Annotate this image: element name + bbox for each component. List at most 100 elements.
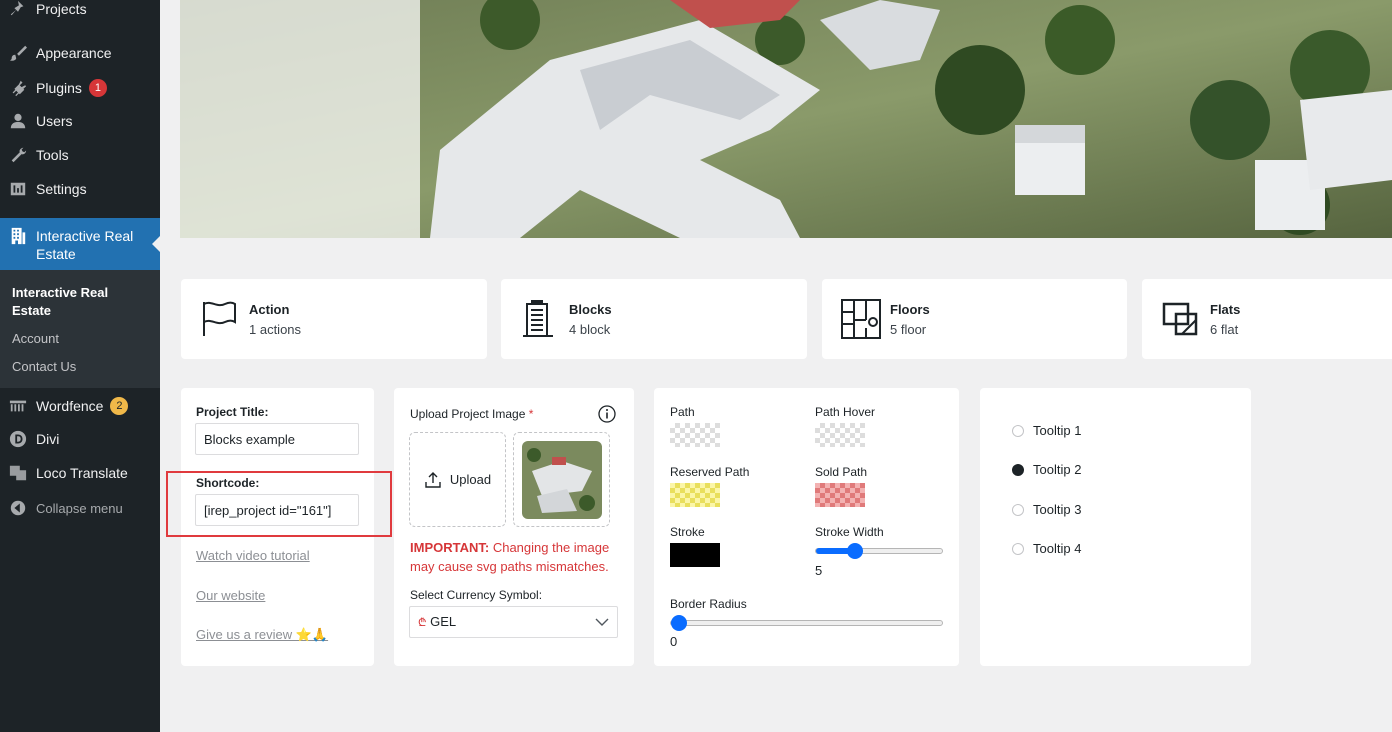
wrench-icon xyxy=(0,146,36,164)
path-hover-label: Path Hover xyxy=(815,405,876,419)
tooltip-option-3[interactable]: Tooltip 3 xyxy=(1012,502,1081,517)
upload-button-label: Upload xyxy=(449,472,492,487)
info-icon[interactable] xyxy=(598,405,616,423)
chevron-down-icon xyxy=(595,618,609,626)
project-image xyxy=(180,0,1392,238)
tooltip-option-4[interactable]: Tooltip 4 xyxy=(1012,541,1081,556)
project-image-thumbnail xyxy=(522,441,602,519)
plug-icon xyxy=(0,79,36,97)
collapse-menu-button[interactable]: Collapse menu xyxy=(0,499,160,517)
collapse-icon xyxy=(0,499,36,517)
sidebar-item-loco-translate[interactable]: Loco Translate xyxy=(0,464,160,482)
radio-button[interactable] xyxy=(1012,542,1024,555)
stat-value: 5 floor xyxy=(890,322,927,337)
currency-select[interactable]: ₾ GEL xyxy=(409,606,618,638)
border-radius-label: Border Radius xyxy=(670,597,747,611)
stat-title: Action xyxy=(249,302,290,317)
sidebar-item-wordfence[interactable]: Wordfence 2 xyxy=(0,396,160,416)
sliders-icon xyxy=(0,180,36,198)
flat-icon xyxy=(1162,302,1198,336)
watch-video-tutorial-link[interactable]: Watch video tutorial xyxy=(196,548,310,563)
path-label: Path xyxy=(670,405,695,419)
sidebar-item-interactive-real-estate[interactable]: Interactive Real Estate xyxy=(0,218,161,270)
stroke-width-slider[interactable] xyxy=(815,543,943,559)
flag-icon xyxy=(203,301,236,336)
reserved-path-color-swatch[interactable] xyxy=(670,483,720,507)
sold-path-color-swatch[interactable] xyxy=(815,483,865,507)
required-mark: * xyxy=(528,407,534,421)
border-radius-value: 0 xyxy=(670,634,678,649)
radio-button[interactable] xyxy=(1012,463,1024,476)
project-title-input[interactable]: Blocks example xyxy=(195,423,359,455)
stat-title: Flats xyxy=(1210,302,1241,317)
stroke-width-slider-thumb[interactable] xyxy=(847,543,864,559)
path-color-swatch[interactable] xyxy=(670,423,720,447)
project-title-label: Project Title: xyxy=(196,405,269,419)
sidebar-item-tools[interactable]: Tools xyxy=(0,146,160,164)
border-radius-slider[interactable] xyxy=(670,615,943,631)
sidebar-item-settings[interactable]: Settings xyxy=(0,180,160,198)
important-prefix: IMPORTANT: xyxy=(410,540,490,555)
sidebar-item-users[interactable]: Users xyxy=(0,112,160,130)
important-notice: IMPORTANT: Changing the image may cause … xyxy=(410,538,625,576)
submenu-item-interactive-real-estate[interactable]: Interactive Real Estate xyxy=(12,284,142,320)
currency-label: Select Currency Symbol: xyxy=(410,588,543,602)
sidebar-item-label: Plugins xyxy=(36,80,82,96)
tooltip-option-label: Tooltip 1 xyxy=(1033,423,1082,438)
submenu-item-contact-us[interactable]: Contact Us xyxy=(12,359,76,374)
stat-title: Blocks xyxy=(569,302,612,317)
currency-selected: ₾ GEL xyxy=(418,614,456,630)
plugins-update-badge: 1 xyxy=(88,79,107,97)
sidebar-item-label: Divi xyxy=(36,431,60,447)
important-line2: may cause svg paths mismatches. xyxy=(410,559,609,574)
path-hover-color-swatch[interactable] xyxy=(815,423,865,447)
sidebar-item-divi[interactable]: Divi xyxy=(0,430,160,448)
tooltip-option-2[interactable]: Tooltip 2 xyxy=(1012,462,1081,477)
important-line1: Changing the image xyxy=(492,540,610,555)
radio-button[interactable] xyxy=(1012,424,1024,437)
sidebar-item-label: Users xyxy=(36,113,73,129)
user-icon xyxy=(0,112,36,130)
upload-panel: Upload Project Image * Upload IMPORTANT:… xyxy=(394,388,634,666)
radio-button[interactable] xyxy=(1012,503,1024,516)
wordfence-icon xyxy=(0,397,36,415)
upload-icon xyxy=(425,471,441,488)
sidebar-item-appearance[interactable]: Appearance xyxy=(0,44,160,62)
stroke-width-label: Stroke Width xyxy=(815,525,884,539)
sidebar-item-label: Interactive Real Estate xyxy=(36,228,134,262)
sidebar-item-projects[interactable]: Projects xyxy=(0,0,160,17)
our-website-link[interactable]: Our website xyxy=(196,588,265,603)
tooltip-option-1[interactable]: Tooltip 1 xyxy=(1012,423,1081,438)
stat-value: 6 flat xyxy=(1210,322,1239,337)
stroke-color-swatch[interactable] xyxy=(670,543,720,567)
upload-button[interactable]: Upload xyxy=(409,432,506,527)
sidebar-item-label: Tools xyxy=(36,147,69,163)
stat-card-flats: Flats 6 flat xyxy=(1142,279,1392,359)
submenu: Interactive Real Estate Account Contact … xyxy=(0,270,160,388)
sold-path-label: Sold Path xyxy=(815,465,868,479)
give-review-link[interactable]: Give us a review ⭐🙏 xyxy=(196,627,328,643)
admin-sidebar: Projects Appearance Plugins 1 Users Tool… xyxy=(0,0,161,732)
tooltip-option-label: Tooltip 3 xyxy=(1033,502,1082,517)
sidebar-item-label: Appearance xyxy=(36,45,112,61)
sidebar-item-label: Settings xyxy=(36,181,87,197)
sidebar-item-plugins[interactable]: Plugins 1 xyxy=(0,78,160,98)
active-menu-arrow xyxy=(152,235,161,253)
collapse-menu-label: Collapse menu xyxy=(36,500,123,516)
path-style-panel: Path Path Hover Reserved Path Sold Path … xyxy=(654,388,959,666)
currency-value: GEL xyxy=(430,614,457,629)
stroke-width-value: 5 xyxy=(815,563,823,578)
stat-title: Floors xyxy=(890,302,930,317)
stroke-label: Stroke xyxy=(670,525,705,539)
stat-value: 4 block xyxy=(569,322,611,337)
border-radius-slider-thumb[interactable] xyxy=(671,615,687,631)
stat-card-actions: Action 1 actions xyxy=(181,279,487,359)
building-block-icon xyxy=(523,300,553,337)
upload-label-text: Upload Project Image xyxy=(410,407,526,421)
tooltip-option-label: Tooltip 4 xyxy=(1033,541,1082,556)
submenu-item-account[interactable]: Account xyxy=(12,331,59,346)
divi-icon xyxy=(0,430,36,448)
image-preview-frame[interactable] xyxy=(513,432,610,527)
stat-card-floors: Floors 5 floor xyxy=(822,279,1127,359)
tooltip-style-panel: Tooltip 1 Tooltip 2 Tooltip 3 Tooltip 4 xyxy=(980,388,1251,666)
